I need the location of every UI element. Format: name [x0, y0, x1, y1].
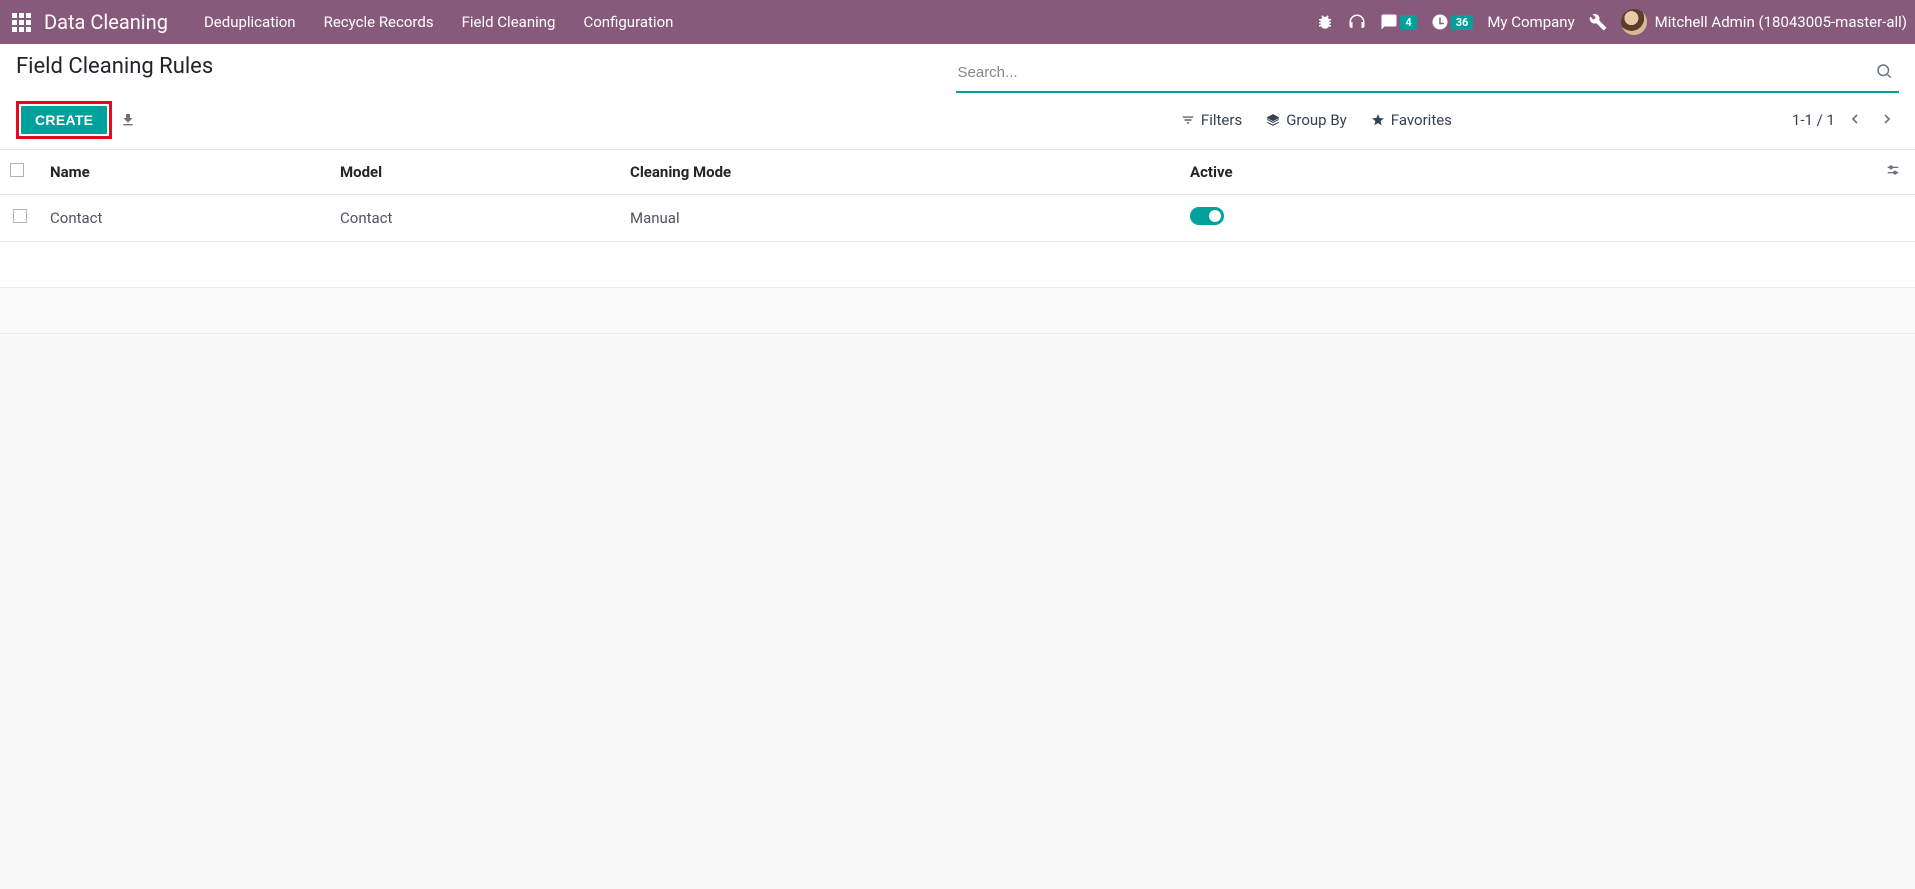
select-all-cell[interactable] — [0, 150, 40, 195]
empty-row — [0, 288, 1915, 334]
avatar — [1621, 9, 1647, 35]
col-header-model[interactable]: Model — [330, 150, 620, 195]
col-header-name[interactable]: Name — [40, 150, 330, 195]
checkbox-icon[interactable] — [13, 209, 27, 223]
pager: 1-1 / 1 — [1792, 109, 1899, 132]
messages-icon[interactable]: 4 — [1380, 13, 1416, 31]
check-icon — [1211, 211, 1219, 219]
menu-configuration[interactable]: Configuration — [569, 13, 687, 31]
menu-field-cleaning[interactable]: Field Cleaning — [448, 13, 570, 31]
developer-tools-icon[interactable] — [1589, 13, 1607, 31]
filters-dropdown[interactable]: Filters — [1181, 111, 1242, 129]
favorites-label: Favorites — [1391, 111, 1452, 129]
groupby-label: Group By — [1286, 111, 1347, 129]
optional-fields-toggle[interactable] — [1875, 150, 1915, 195]
app-title[interactable]: Data Cleaning — [44, 10, 168, 34]
search-input[interactable] — [958, 64, 1872, 81]
favorites-dropdown[interactable]: Favorites — [1371, 111, 1452, 129]
menu-recycle-records[interactable]: Recycle Records — [310, 13, 448, 31]
create-highlight: CREATE — [16, 101, 112, 139]
apps-menu-icon[interactable] — [8, 9, 34, 35]
pager-prev[interactable] — [1843, 109, 1867, 132]
col-header-active[interactable]: Active — [1180, 150, 1875, 195]
active-toggle-on[interactable] — [1190, 207, 1224, 225]
rules-table: Name Model Cleaning Mode Active Contact … — [0, 150, 1915, 334]
company-switcher[interactable]: My Company — [1487, 13, 1574, 31]
cell-model: Contact — [330, 195, 620, 242]
cell-mode: Manual — [620, 195, 1180, 242]
checkbox-icon[interactable] — [10, 163, 24, 177]
create-button[interactable]: CREATE — [21, 106, 107, 134]
empty-row — [0, 242, 1915, 288]
groupby-dropdown[interactable]: Group By — [1266, 111, 1347, 129]
user-menu[interactable]: Mitchell Admin (18043005-master-all) — [1621, 9, 1907, 35]
pager-text: 1-1 / 1 — [1792, 111, 1835, 129]
menu-deduplication[interactable]: Deduplication — [190, 13, 310, 31]
messages-badge: 4 — [1400, 15, 1416, 30]
search-bar[interactable] — [956, 54, 1900, 93]
activities-icon[interactable]: 36 — [1431, 13, 1474, 31]
cell-active[interactable] — [1180, 195, 1875, 242]
top-navbar: Data Cleaning Deduplication Recycle Reco… — [0, 0, 1915, 44]
page-title: Field Cleaning Rules — [16, 54, 956, 79]
nav-left: Data Cleaning Deduplication Recycle Reco… — [8, 9, 687, 35]
support-icon[interactable] — [1348, 13, 1366, 31]
control-panel: Field Cleaning Rules CREATE Filters — [0, 44, 1915, 150]
activities-badge: 36 — [1451, 15, 1474, 30]
search-options: Filters Group By Favorites — [1181, 111, 1452, 129]
table-row[interactable]: Contact Contact Manual — [0, 195, 1915, 242]
cell-name: Contact — [40, 195, 330, 242]
col-header-mode[interactable]: Cleaning Mode — [620, 150, 1180, 195]
filters-label: Filters — [1201, 111, 1242, 129]
search-icon[interactable] — [1871, 58, 1897, 87]
nav-right: 4 36 My Company Mitchell Admin (18043005… — [1316, 9, 1907, 35]
user-name: Mitchell Admin (18043005-master-all) — [1655, 13, 1907, 31]
list-view: Name Model Cleaning Mode Active Contact … — [0, 150, 1915, 334]
main-menu: Deduplication Recycle Records Field Clea… — [190, 13, 687, 31]
import-icon[interactable] — [120, 112, 136, 128]
row-select-cell[interactable] — [0, 195, 40, 242]
table-header-row: Name Model Cleaning Mode Active — [0, 150, 1915, 195]
pager-next[interactable] — [1875, 109, 1899, 132]
debug-icon[interactable] — [1316, 13, 1334, 31]
